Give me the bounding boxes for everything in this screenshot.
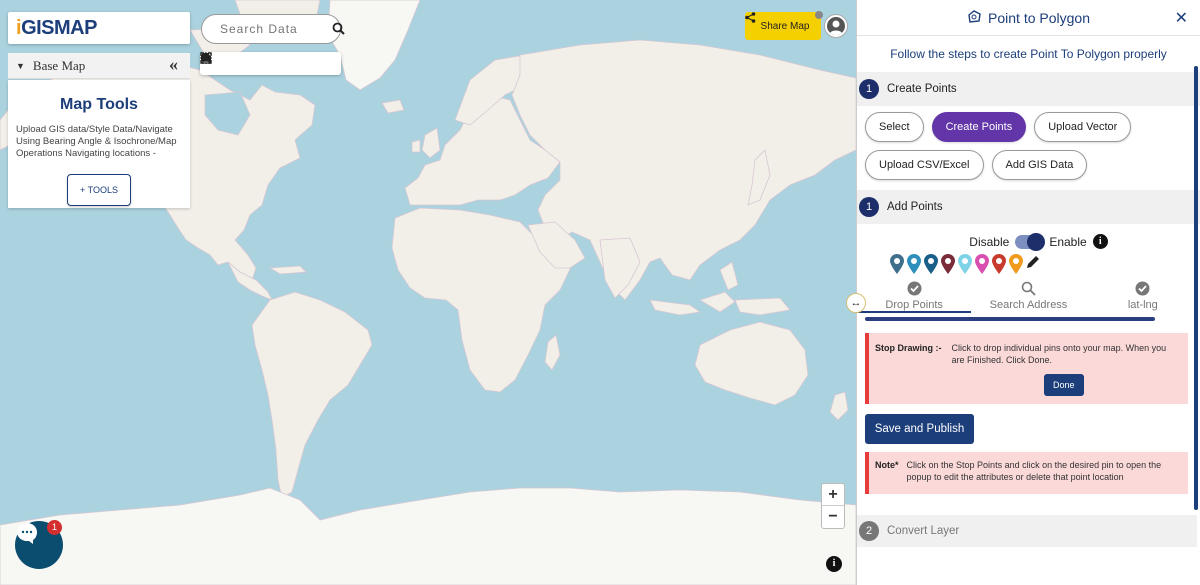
share-label: Share Map <box>760 20 810 32</box>
map-canvas[interactable]: iGISMAP ▼ Base Map « Map Tools Upload GI… <box>0 0 856 585</box>
step-create-points[interactable]: 1 Create Points <box>857 72 1200 106</box>
toggle-off-label: Disable <box>969 234 1010 249</box>
upload-csv-excel-button[interactable]: Upload CSV/Excel <box>865 150 984 180</box>
point-to-polygon-panel: Point to Polygon ✕ Follow the steps to c… <box>856 0 1200 585</box>
tab-label: Search Address <box>989 299 1068 311</box>
step-add-points[interactable]: 1 Add Points <box>857 190 1200 224</box>
polygon-icon <box>967 9 982 27</box>
share-map-button[interactable]: Share Map <box>745 12 821 40</box>
logo-text: GISMAP <box>21 16 97 39</box>
search-input[interactable] <box>220 22 316 36</box>
map-tools-title: Map Tools <box>60 96 138 113</box>
map-tools-description: Upload GIS data/Style Data/Navigate Usin… <box>16 124 177 159</box>
resize-handle[interactable]: ↔ <box>846 293 866 313</box>
save-and-publish-button[interactable]: Save and Publish <box>865 414 974 444</box>
enable-toggle-row: Disable Enable i <box>857 232 1200 251</box>
chat-badge: 1 <box>47 520 62 535</box>
note-text: Click on the Stop Points and click on th… <box>906 460 1162 482</box>
measure-icon[interactable] <box>201 55 311 71</box>
map-pin-icon[interactable] <box>906 253 922 275</box>
print-icon[interactable] <box>201 53 266 71</box>
notification-dot <box>815 11 823 19</box>
create-points-options: Select Create Points Upload Vector Uploa… <box>857 106 1200 180</box>
select-button[interactable]: Select <box>865 112 924 142</box>
upload-vector-button[interactable]: Upload Vector <box>1034 112 1132 142</box>
tab-search-address[interactable]: Search Address <box>971 279 1085 313</box>
alert-title: Stop Drawing :- <box>875 343 942 353</box>
map-toolbar <box>200 52 341 75</box>
note-title: Note* <box>875 460 899 470</box>
basemap-label: Base Map <box>32 57 86 73</box>
panel-subtitle: Follow the steps to create Point To Poly… <box>890 47 1167 61</box>
step-number: 1 <box>859 79 879 99</box>
note-box: Note* Click on the Stop Points and click… <box>865 452 1188 494</box>
step-convert-layer[interactable]: 2 Convert Layer <box>857 515 1197 547</box>
check-circle-icon <box>1086 281 1200 297</box>
map-pin-icon[interactable] <box>923 253 939 275</box>
stop-drawing-alert: Stop Drawing :- Click to drop individual… <box>865 333 1188 404</box>
map-tools-panel: Map Tools Upload GIS data/Style Data/Nav… <box>8 80 190 208</box>
add-gis-data-button[interactable]: Add GIS Data <box>991 150 1088 180</box>
layers-icon[interactable] <box>201 56 333 71</box>
map-pin-icon[interactable] <box>957 253 973 275</box>
map-pin-icon[interactable] <box>974 253 990 275</box>
collapse-icon[interactable]: « <box>169 54 178 75</box>
toggle-on-label: Enable <box>1049 234 1087 249</box>
point-method-tabs: Drop Points Search Address lat-lng <box>857 279 1200 313</box>
tab-lat-lng[interactable]: lat-lng <box>1086 279 1200 313</box>
fullscreen-icon[interactable] <box>200 52 244 71</box>
user-avatar-icon[interactable] <box>825 15 847 37</box>
enable-toggle[interactable] <box>1015 232 1046 251</box>
logo[interactable]: iGISMAP <box>8 12 190 44</box>
tab-label: lat-lng <box>1127 299 1158 311</box>
panel-header: Point to Polygon ✕ <box>857 0 1200 36</box>
search-box[interactable] <box>201 14 345 44</box>
attribution-info-icon[interactable]: i <box>826 556 842 572</box>
zoom-search-icon[interactable] <box>200 52 289 71</box>
info-icon[interactable]: i <box>1092 234 1108 249</box>
create-points-button[interactable]: Create Points <box>931 112 1027 142</box>
step-title: Create Points <box>887 83 957 95</box>
tools-button[interactable]: + TOOLS <box>67 174 131 206</box>
progress-bar <box>865 317 1155 321</box>
alert-text: Click to drop individual pins onto your … <box>951 343 1167 365</box>
pin-color-picker <box>857 253 1200 275</box>
zoom-in-button[interactable]: + <box>822 484 844 506</box>
close-icon[interactable]: ✕ <box>1175 8 1188 28</box>
map-pin-icon[interactable] <box>889 253 905 275</box>
map-pin-icon[interactable] <box>1008 253 1024 275</box>
done-button[interactable]: Done <box>1043 374 1084 396</box>
basemap-selector[interactable]: ▼ Base Map « <box>8 53 190 79</box>
pencil-icon[interactable] <box>1025 254 1041 275</box>
step-number: 2 <box>859 521 879 541</box>
search-icon <box>971 281 1085 297</box>
tab-label: Drop Points <box>885 299 943 311</box>
step-title: Convert Layer <box>887 525 960 537</box>
map-pin-icon[interactable] <box>991 253 1007 275</box>
zoom-out-button[interactable]: − <box>822 506 844 528</box>
check-circle-icon <box>857 281 971 297</box>
map-pin-icon[interactable] <box>940 253 956 275</box>
step-number: 1 <box>859 197 879 217</box>
caret-down-icon: ▼ <box>16 60 25 71</box>
panel-title: Point to Polygon <box>988 9 1090 26</box>
zoom-control: + − <box>821 483 845 529</box>
step-title: Add Points <box>887 201 943 213</box>
tab-drop-points[interactable]: Drop Points <box>857 279 972 313</box>
